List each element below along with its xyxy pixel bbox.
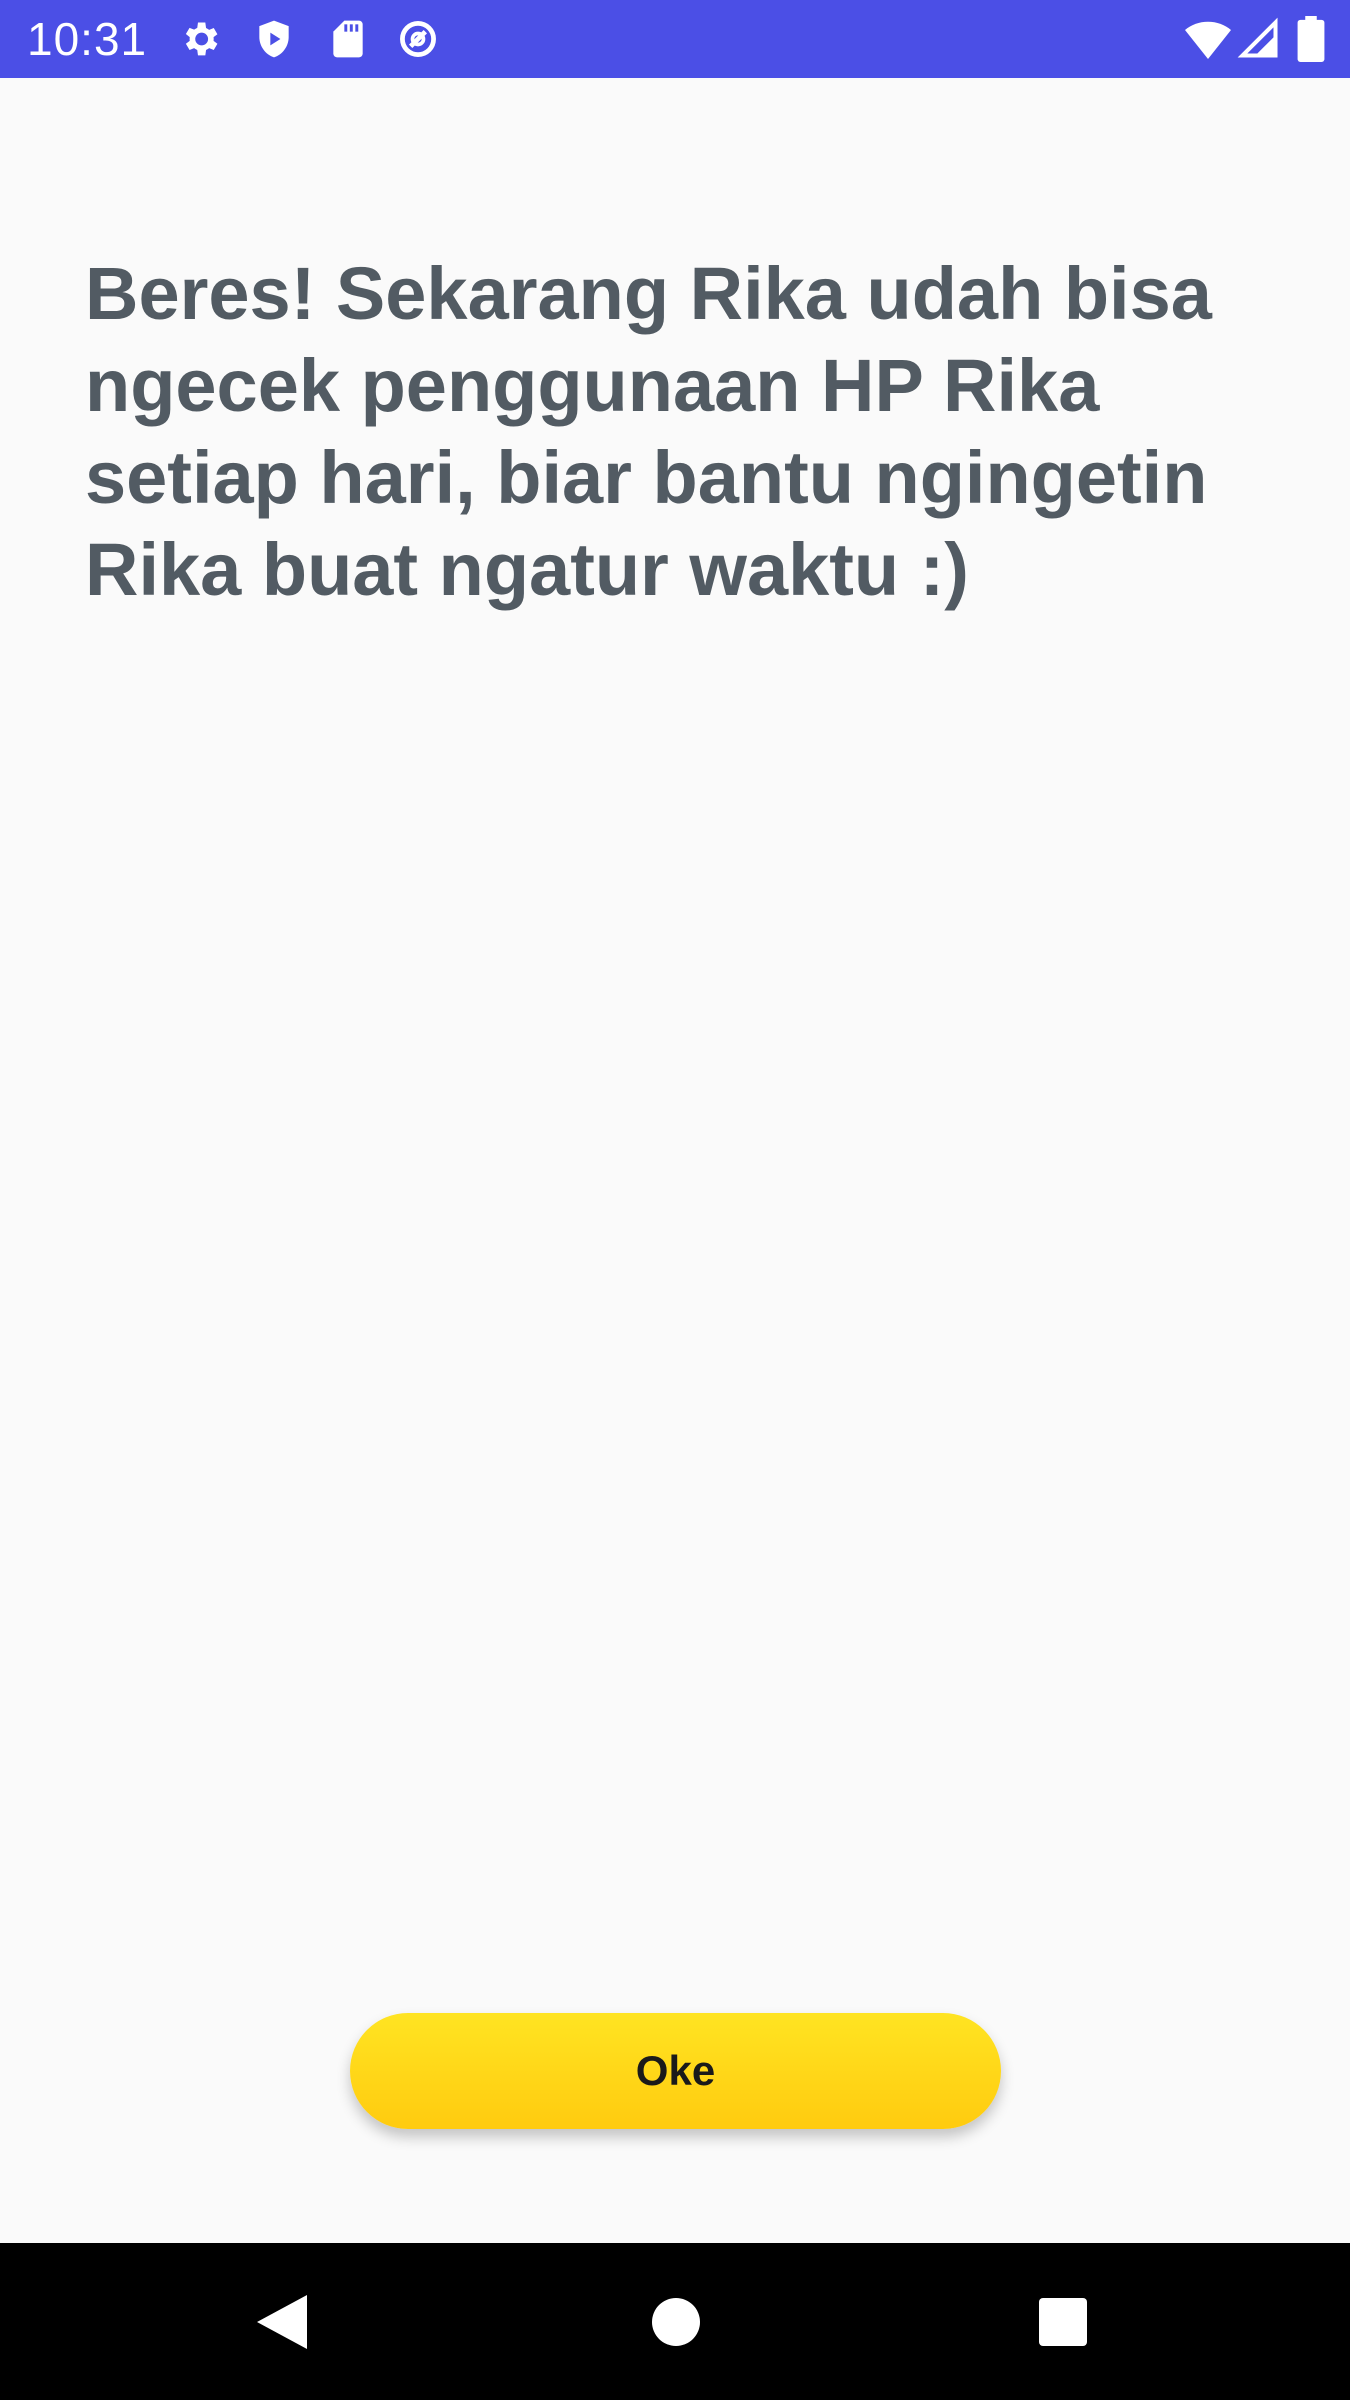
back-icon[interactable]	[247, 2287, 317, 2357]
recents-icon[interactable]	[1028, 2287, 1098, 2357]
cell-signal-icon	[1237, 17, 1278, 58]
home-icon[interactable]	[641, 2287, 711, 2357]
settings-gear-icon	[185, 22, 218, 56]
data-saver-icon	[400, 21, 436, 57]
ok-button[interactable]: Oke	[350, 2013, 1001, 2129]
navigation-bar	[0, 2243, 1350, 2400]
play-protect-shield-icon	[259, 20, 289, 58]
status-time: 10:31	[27, 13, 148, 65]
wifi-icon	[1185, 21, 1231, 59]
battery-icon	[1297, 16, 1325, 62]
completion-message: Beres! Sekarang Rika udah bisa ngecek pe…	[85, 252, 1212, 611]
screen: 10:31 Beres! Sekarang Rika udah bisa nge…	[0, 0, 1350, 2400]
status-bar: 10:31	[0, 0, 1350, 78]
sd-card-icon	[333, 20, 363, 58]
